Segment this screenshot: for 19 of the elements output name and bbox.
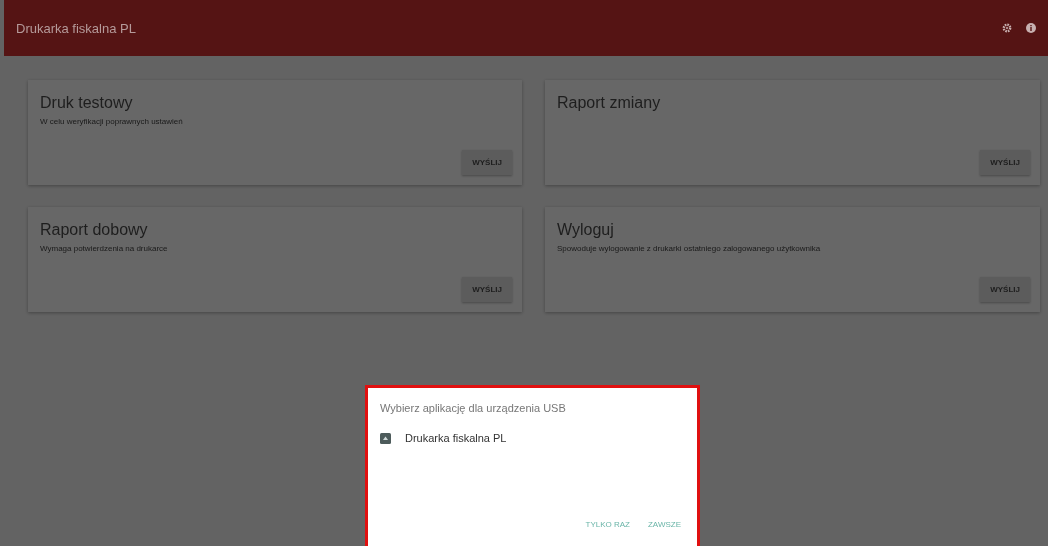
card-title: Raport zmiany: [557, 94, 662, 112]
dialog-title: Wybierz aplikację dla urządzenia USB: [380, 402, 567, 414]
card-title: Druk testowy: [40, 94, 134, 112]
send-button[interactable]: WYŚLIJ: [462, 277, 512, 302]
settings-icon[interactable]: [1002, 23, 1012, 33]
card-title: Raport dobowy: [40, 221, 149, 239]
dialog-button[interactable]: ZAWSZE: [645, 518, 683, 531]
send-button[interactable]: WYŚLIJ: [462, 150, 512, 175]
app-title: Drukarka fiskalna PL: [16, 20, 137, 36]
send-button[interactable]: WYŚLIJ: [980, 150, 1030, 175]
card-description: Wymaga potwierdzenia na drukarce: [40, 244, 169, 253]
card-title: Wyloguj: [557, 221, 615, 239]
dialog-button[interactable]: TYLKO RAZ: [583, 518, 632, 531]
card-description: W celu weryfikacji poprawnych ustawień: [40, 117, 184, 126]
info-icon[interactable]: [1026, 23, 1036, 33]
send-button[interactable]: WYŚLIJ: [980, 277, 1030, 302]
app-option[interactable]: Drukarka fiskalna PL: [405, 432, 507, 444]
card-description: Spowoduje wylogowanie z drukarki ostatniego zalogowanego użytkownika: [557, 244, 822, 253]
app-icon: [380, 432, 391, 444]
